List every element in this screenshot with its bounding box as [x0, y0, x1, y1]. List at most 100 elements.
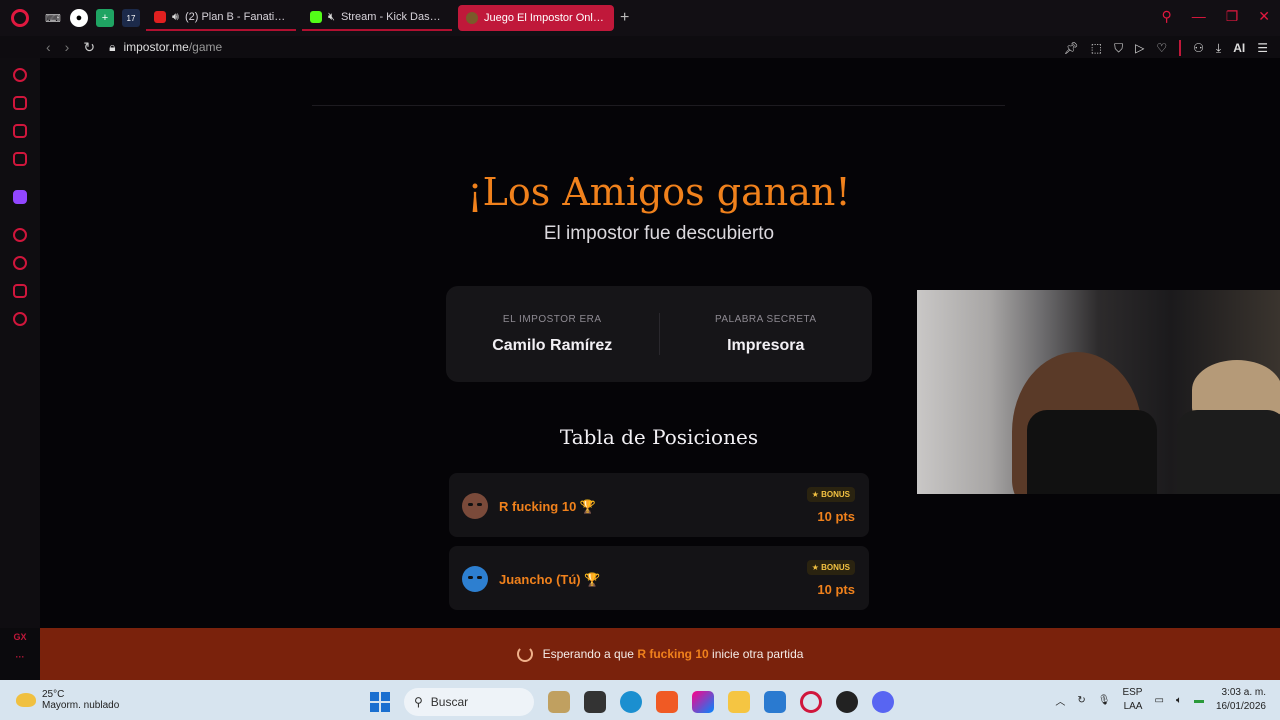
download-icon[interactable]: ⤓ — [1216, 41, 1221, 56]
url-host: impostor.me — [123, 40, 189, 54]
messenger-icon[interactable] — [13, 152, 27, 166]
chevron-up-icon[interactable]: ︿ — [1055, 693, 1065, 708]
new-tab-button[interactable]: + — [620, 9, 629, 27]
windows-start-icon[interactable] — [370, 692, 390, 712]
twitch-icon[interactable] — [13, 190, 27, 204]
waiting-prefix: Esperando a que — [542, 647, 634, 661]
weather-widget[interactable]: 25°C Mayorm. nublado — [0, 689, 119, 711]
language-indicator[interactable]: ESP LAA — [1122, 686, 1142, 714]
divider — [312, 105, 1005, 106]
system-tray: ︿ ↻ 🎙︎ ESP LAA ▭ 🔈︎ ▬ 3:03 a. m. 16/01/2… — [1055, 686, 1266, 714]
url-path: /game — [188, 40, 223, 54]
extensions-icon[interactable] — [13, 284, 27, 298]
pinned-tab-circle-icon[interactable]: ● — [70, 9, 88, 27]
impostor-label: EL IMPOSTOR ERA — [502, 313, 602, 325]
minimize-icon[interactable]: — — [1192, 8, 1206, 25]
brave-icon[interactable] — [656, 691, 678, 713]
waiting-suffix: inicie otra partida — [712, 647, 804, 661]
bonus-badge: ★ BONUS — [806, 487, 855, 502]
pinned-tab-sheets-icon[interactable]: + — [96, 9, 114, 27]
address-bar: ‹ › ↻ 🔒︎ impostor.me/game 📌︎ ⬚ ⛉ ▷ ♡ ⚇ ⤓… — [0, 36, 1280, 58]
bonus-badge: ★ BONUS — [806, 560, 855, 575]
partly-cloudy-icon — [16, 693, 36, 707]
gx-corner-icon[interactable] — [13, 96, 27, 110]
impostor-column: EL IMPOSTOR ERA Camilo Ramírez — [446, 314, 659, 355]
pinned-tab-17-icon[interactable]: 17 — [122, 9, 140, 27]
display-icon[interactable]: ▭ — [1154, 695, 1163, 706]
speaker-icon[interactable]: 🔊︎ — [172, 11, 179, 24]
player-name: R fucking 10 🏆 — [499, 499, 597, 514]
webcam-overlay — [917, 290, 1280, 494]
snapshot-icon[interactable]: ⬚ — [1091, 41, 1102, 55]
tab-kick[interactable]: 🔇︎ Stream - Kick Dashboard — [302, 5, 452, 31]
account-icon[interactable]: ⚇ — [1193, 41, 1204, 55]
tab-label: (2) Plan B - Fanatica Se — [184, 11, 288, 23]
outlook-icon[interactable] — [764, 691, 786, 713]
avatar — [462, 493, 488, 519]
file-explorer-icon[interactable] — [728, 691, 750, 713]
clock-time: 3:03 a. m. — [1221, 687, 1266, 698]
sidebar-bottom: GX ··· — [0, 632, 40, 662]
close-icon[interactable]: ✕ — [1258, 8, 1270, 25]
pinned-tabs: ⌨ ● + 17 — [40, 9, 140, 27]
menu-icon[interactable]: ☰ — [1257, 41, 1268, 55]
lang-layout: LAA — [1123, 701, 1143, 712]
settings-icon[interactable] — [13, 312, 27, 326]
tab-bar: ⌨ ● + 17 🔊︎ (2) Plan B - Fanatica Se 🔇︎ … — [0, 0, 1280, 36]
opera-gx-logo-icon[interactable] — [0, 0, 40, 36]
forward-icon[interactable]: › — [65, 39, 70, 55]
edge-icon[interactable] — [620, 691, 642, 713]
secret-word: Impresora — [727, 336, 805, 354]
player-icon[interactable] — [13, 228, 27, 242]
taskbar-search[interactable]: ⚲ Buscar — [404, 688, 534, 716]
word-column: PALABRA SECRETA Impresora — [660, 314, 873, 355]
more-icon[interactable]: ··· — [16, 652, 25, 662]
battery-icon[interactable]: ▬ — [1194, 695, 1204, 706]
gx-control-icon[interactable] — [13, 68, 27, 82]
discord-icon[interactable] — [872, 691, 894, 713]
loading-spinner-icon — [516, 646, 533, 662]
microphone-icon[interactable]: 🎙︎ — [1098, 695, 1111, 706]
ai-button[interactable]: AI — [1233, 41, 1245, 55]
result-title: ¡Los Amigos ganan! — [467, 170, 851, 214]
tab-youtube[interactable]: 🔊︎ (2) Plan B - Fanatica Se — [146, 5, 296, 31]
maximize-icon[interactable]: ❐ — [1226, 8, 1239, 25]
url-field[interactable]: 🔒︎ impostor.me/game — [109, 40, 222, 55]
game-page: ¡Los Amigos ganan! El impostor fue descu… — [40, 58, 1280, 628]
tab-impostor[interactable]: Juego El Impostor Online - — [458, 5, 614, 31]
waiting-host-name: R fucking 10 — [637, 647, 709, 661]
toolbar-separator — [1179, 40, 1182, 56]
sync-icon[interactable]: ↻ — [1077, 695, 1085, 706]
obs-icon[interactable] — [836, 691, 858, 713]
back-icon[interactable]: ‹ — [46, 39, 51, 55]
play-icon[interactable]: ▷ — [1135, 41, 1144, 55]
widgets-icon[interactable] — [548, 691, 570, 713]
reload-icon[interactable]: ↻ — [83, 39, 95, 56]
tab-label: Stream - Kick Dashboard — [340, 11, 444, 23]
search-icon[interactable]: ⚲ — [1161, 8, 1171, 25]
gx-label[interactable]: GX — [13, 632, 26, 642]
pin-icon[interactable]: 📌︎ — [1064, 41, 1079, 55]
kick-icon — [310, 11, 322, 23]
gamepad-icon[interactable]: ⌨ — [44, 9, 62, 27]
webcam-person — [1177, 410, 1280, 494]
history-icon[interactable] — [13, 256, 27, 270]
heart-icon[interactable]: ♡ — [1156, 41, 1167, 55]
avatar — [462, 566, 488, 592]
reveal-card: EL IMPOSTOR ERA Camilo Ramírez PALABRA S… — [446, 286, 872, 382]
copilot-icon[interactable] — [692, 691, 714, 713]
shield-icon[interactable]: ⛉ — [1114, 41, 1123, 56]
leaderboard-row: Juancho (Tú) 🏆 ★ BONUS 10 pts — [449, 546, 869, 610]
clock[interactable]: 3:03 a. m. 16/01/2026 — [1216, 686, 1266, 714]
waiting-banner: Esperando a que R fucking 10 inicie otra… — [40, 628, 1280, 680]
player-points: 10 pts — [817, 509, 855, 524]
gx-cleaner-icon[interactable] — [13, 124, 27, 138]
result-subtitle: El impostor fue descubierto — [543, 223, 775, 244]
task-view-icon[interactable] — [584, 691, 606, 713]
impostor-name: Camilo Ramírez — [492, 336, 613, 354]
volume-icon[interactable]: 🔈︎ — [1176, 695, 1182, 706]
muted-speaker-icon[interactable]: 🔇︎ — [328, 11, 335, 24]
webcam-person — [1027, 410, 1157, 494]
tab-label: Juego El Impostor Online - — [484, 12, 606, 24]
opera-gx-taskbar-icon[interactable] — [800, 691, 822, 713]
